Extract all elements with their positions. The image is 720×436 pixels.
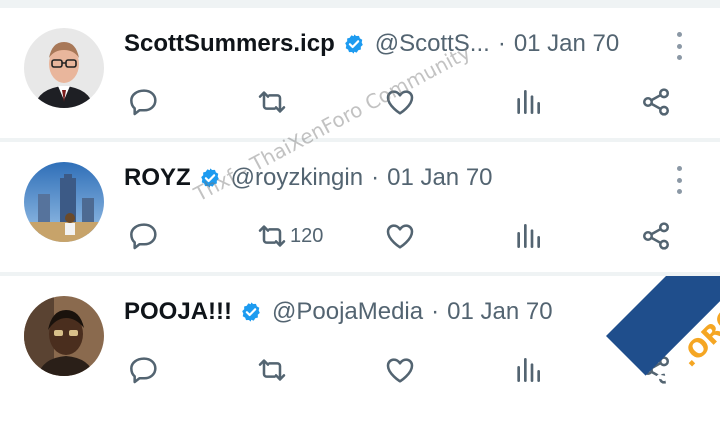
share-icon [643, 88, 669, 116]
heart-icon [386, 224, 414, 249]
share-button[interactable] [640, 218, 672, 254]
reply-icon [130, 357, 157, 384]
separator-dot: · [497, 30, 506, 57]
views-chart-icon [517, 90, 540, 114]
tweet-header: POOJA!!! @PoojaMedia · 01 Jan 70 [124, 296, 553, 328]
site-logo: THXF.ORG [586, 276, 720, 436]
heart-icon [386, 358, 414, 383]
share-button[interactable] [640, 84, 672, 120]
more-options-icon[interactable] [672, 32, 686, 60]
retweet-button[interactable] [256, 84, 290, 120]
tweet-header: ScottSummers.icp @ScottS... · 01 Jan 70 [124, 28, 619, 60]
tweet-date[interactable]: 01 Jan 70 [447, 298, 552, 326]
retweet-button[interactable]: 120 [256, 218, 323, 254]
display-name[interactable]: ROYZ [124, 164, 191, 192]
action-bar: 120 [124, 218, 684, 254]
separator-dot: · [371, 164, 380, 191]
reply-icon [130, 223, 157, 250]
tweet-date[interactable]: 01 Jan 70 [514, 30, 619, 58]
reply-icon [130, 89, 157, 116]
avatar[interactable] [24, 28, 104, 108]
views-chart-icon [517, 224, 540, 248]
retweet-icon [258, 359, 286, 381]
display-name[interactable]: POOJA!!! [124, 298, 232, 326]
views-button[interactable] [512, 84, 544, 120]
tweet-row[interactable]: ROYZ @royzkingin · 01 Jan 70 120 [0, 142, 720, 272]
user-handle[interactable]: @PoojaMedia [272, 298, 423, 326]
retweet-icon [258, 225, 286, 247]
like-button[interactable] [384, 352, 416, 388]
retweet-icon [258, 91, 286, 113]
views-chart-icon [517, 358, 540, 382]
reply-button[interactable] [128, 352, 160, 388]
more-options-icon[interactable] [672, 166, 686, 194]
tweet-header: ROYZ @royzkingin · 01 Jan 70 [124, 162, 493, 194]
reply-button[interactable] [128, 218, 160, 254]
share-icon [643, 222, 669, 250]
divider [0, 0, 720, 8]
verified-badge-icon [344, 34, 363, 54]
avatar[interactable] [24, 162, 104, 242]
views-button[interactable] [512, 218, 544, 254]
verified-badge-icon [242, 302, 260, 322]
reply-button[interactable] [128, 84, 160, 120]
retweet-button[interactable] [256, 352, 290, 388]
tweet-date[interactable]: 01 Jan 70 [387, 164, 492, 192]
retweet-count: 120 [290, 224, 324, 247]
avatar[interactable] [24, 296, 104, 376]
like-button[interactable] [384, 218, 416, 254]
views-button[interactable] [512, 352, 544, 388]
separator-dot: · [431, 298, 440, 325]
user-handle[interactable]: @ScottS... [375, 30, 490, 58]
display-name[interactable]: ScottSummers.icp [124, 30, 335, 58]
